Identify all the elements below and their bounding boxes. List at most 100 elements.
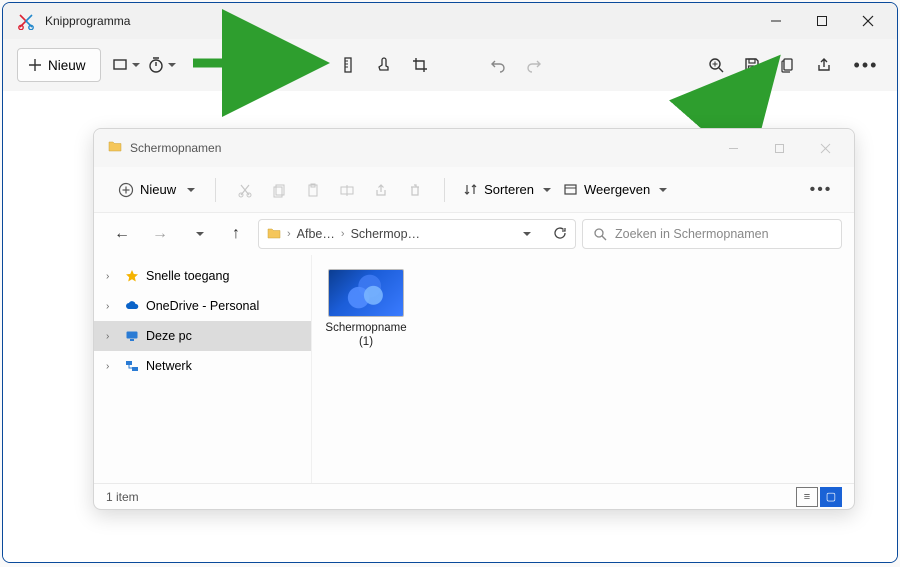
forward-button[interactable]: → <box>144 218 176 250</box>
explorer-minimize-button[interactable] <box>710 129 756 167</box>
highlighter-icon <box>261 56 279 74</box>
rectangle-mode-icon <box>111 56 129 74</box>
files-pane[interactable]: Schermopname (1) <box>312 255 854 483</box>
nav-pane: › Snelle toegang › OneDrive - Personal ›… <box>94 255 312 483</box>
copy-button-explorer[interactable] <box>264 175 294 205</box>
file-name: Schermopname (1) <box>325 321 406 350</box>
nav-network[interactable]: › Netwerk <box>94 351 311 381</box>
explorer-new-button[interactable]: Nieuw <box>112 175 201 205</box>
touch-icon <box>375 56 393 74</box>
plus-icon <box>28 58 42 72</box>
nav-quick-access[interactable]: › Snelle toegang <box>94 261 311 291</box>
item-count: 1 item <box>106 490 139 504</box>
ruler-tool[interactable] <box>331 48 365 82</box>
rename-button[interactable] <box>332 175 362 205</box>
back-button[interactable]: ← <box>106 218 138 250</box>
copy-button[interactable] <box>771 48 805 82</box>
refresh-button[interactable] <box>553 226 567 243</box>
sort-icon <box>463 182 478 197</box>
snip-mode-button[interactable] <box>109 48 143 82</box>
eraser-tool[interactable] <box>295 48 329 82</box>
save-icon <box>743 56 761 74</box>
copy-icon <box>271 182 287 198</box>
file-explorer-window: Schermopnamen Nieuw Sorteren <box>93 128 855 510</box>
action-tools <box>699 48 841 82</box>
up-button[interactable]: ↑ <box>220 218 252 250</box>
search-icon <box>593 227 607 241</box>
redo-icon <box>525 56 543 74</box>
cut-icon <box>237 182 253 198</box>
minimize-button[interactable] <box>753 3 799 39</box>
app-icon <box>17 12 35 30</box>
sort-dropdown[interactable]: Sorteren <box>459 182 555 197</box>
pen-icon <box>225 56 243 74</box>
undo-button[interactable] <box>481 48 515 82</box>
nav-this-pc[interactable]: › Deze pc <box>94 321 311 351</box>
breadcrumb-chevron[interactable] <box>520 227 531 241</box>
delay-button[interactable] <box>145 48 179 82</box>
folder-icon <box>267 226 281 243</box>
delete-button[interactable] <box>400 175 430 205</box>
save-button[interactable] <box>735 48 769 82</box>
rename-icon <box>339 182 355 198</box>
nav-onedrive[interactable]: › OneDrive - Personal <box>94 291 311 321</box>
view-dropdown[interactable]: Weergeven <box>559 182 671 197</box>
breadcrumb-pictures[interactable]: Afbe… <box>297 227 335 241</box>
share-button[interactable] <box>807 48 841 82</box>
share-icon <box>373 182 389 198</box>
explorer-maximize-button[interactable] <box>756 129 802 167</box>
breadcrumb[interactable]: › Afbe… › Schermop… <box>258 219 576 249</box>
history-tools <box>481 48 551 82</box>
cut-button[interactable] <box>230 175 260 205</box>
crop-tool[interactable] <box>403 48 437 82</box>
icons-view-button[interactable]: ▢ <box>820 487 842 507</box>
share-button-explorer[interactable] <box>366 175 396 205</box>
sort-label: Sorteren <box>484 182 534 197</box>
pen-tool[interactable] <box>223 48 257 82</box>
paste-icon <box>305 182 321 198</box>
copy-icon <box>779 56 797 74</box>
statusbar: 1 item ≡ ▢ <box>94 483 854 509</box>
explorer-nav: ← → ↑ › Afbe… › Schermop… Zoeken in Sche… <box>94 213 854 255</box>
view-label: Weergeven <box>584 182 650 197</box>
share-icon <box>815 56 833 74</box>
trash-icon <box>407 182 423 198</box>
new-plus-circle-icon <box>118 182 134 198</box>
view-icon <box>563 182 578 197</box>
highlighter-tool[interactable] <box>259 48 293 82</box>
explorer-title: Schermopnamen <box>130 141 710 155</box>
more-button[interactable]: ••• <box>849 48 883 82</box>
explorer-toolbar: Nieuw Sorteren Weergeven ••• <box>94 167 854 213</box>
undo-icon <box>489 56 507 74</box>
explorer-more-button[interactable]: ••• <box>806 175 836 205</box>
paste-button[interactable] <box>298 175 328 205</box>
maximize-button[interactable] <box>799 3 845 39</box>
mode-group <box>109 48 179 82</box>
search-box[interactable]: Zoeken in Schermopnamen <box>582 219 842 249</box>
recent-chevron[interactable] <box>182 218 214 250</box>
monitor-icon <box>124 328 140 344</box>
thumbnail <box>328 269 404 317</box>
redo-button[interactable] <box>517 48 551 82</box>
touch-tool[interactable] <box>367 48 401 82</box>
new-label: Nieuw <box>48 58 86 73</box>
explorer-close-button[interactable] <box>802 129 848 167</box>
file-item[interactable]: Schermopname (1) <box>322 265 410 473</box>
cloud-icon <box>124 298 140 314</box>
zoom-button[interactable] <box>699 48 733 82</box>
explorer-titlebar: Schermopnamen <box>94 129 854 167</box>
new-button[interactable]: Nieuw <box>17 48 101 82</box>
network-icon <box>124 358 140 374</box>
edit-tools <box>223 48 437 82</box>
search-placeholder: Zoeken in Schermopnamen <box>615 227 769 241</box>
breadcrumb-screenshots[interactable]: Schermop… <box>351 227 420 241</box>
zoom-icon <box>707 56 725 74</box>
star-icon <box>124 268 140 284</box>
details-view-button[interactable]: ≡ <box>796 487 818 507</box>
explorer-body: › Snelle toegang › OneDrive - Personal ›… <box>94 255 854 483</box>
close-button[interactable] <box>845 3 891 39</box>
titlebar: Knipprogramma <box>3 3 897 39</box>
explorer-new-label: Nieuw <box>140 182 176 197</box>
eraser-icon <box>303 56 321 74</box>
crop-icon <box>411 56 429 74</box>
